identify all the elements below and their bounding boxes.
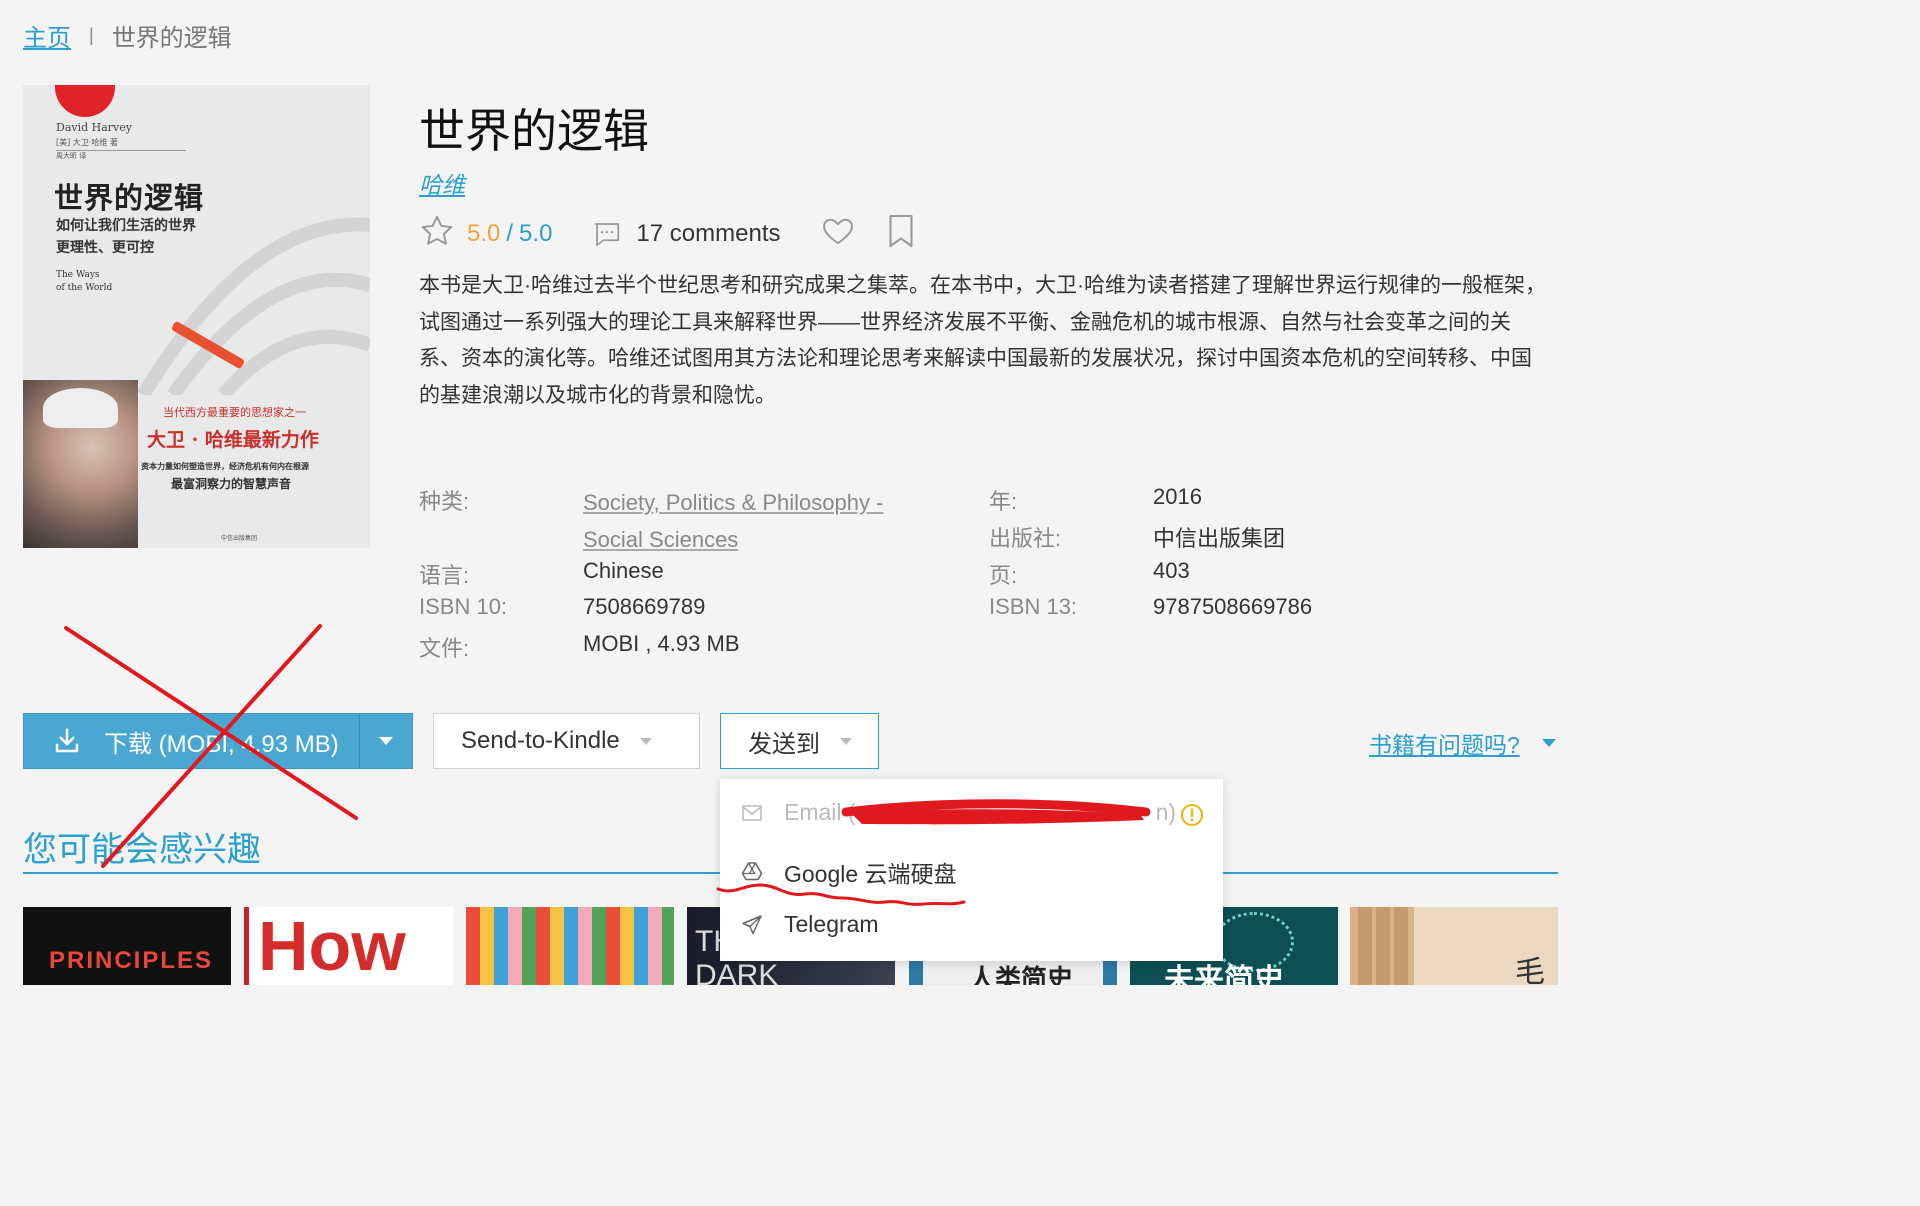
- publisher-value: 中信出版集团: [1153, 526, 1286, 551]
- cover-title-en: The Ways of the World: [56, 269, 112, 295]
- breadcrumb-current: 世界的逻辑: [111, 25, 232, 52]
- warning-icon: [1181, 804, 1203, 826]
- breadcrumb-home-link[interactable]: 主页: [23, 18, 71, 53]
- suggestion-cover-text: How: [258, 907, 406, 985]
- file-label: 文件:: [419, 636, 470, 661]
- cover-praise-4: 最富洞察力的智慧声音: [171, 477, 292, 491]
- isbn10-label: ISBN 10:: [419, 594, 508, 619]
- download-button[interactable]: 下载 (MOBI, 4.93 MB): [24, 714, 360, 768]
- suggestion-cover-text: 人类简史: [969, 964, 1074, 985]
- send-to-button[interactable]: 发送到: [720, 713, 879, 769]
- cover-publisher: 中信出版集团: [221, 535, 258, 542]
- send-menu-email-label: Email (: [784, 799, 856, 825]
- cover-title-en-1: The Ways: [56, 270, 100, 280]
- year-label: 年:: [989, 489, 1018, 514]
- book-cover[interactable]: David Harvey [美] 大卫·哈维 著 周大昕 译 世界的逻辑 如何让…: [23, 85, 370, 548]
- caret-down-icon: [639, 737, 652, 745]
- book-description: 本书是大卫·哈维过去半个世纪思考和研究成果之集萃。在本书中，大卫·哈维为读者搭建…: [419, 274, 1546, 407]
- language-value: Chinese: [583, 558, 664, 583]
- star-icon[interactable]: [419, 213, 455, 256]
- cover-author-cn: [美] 大卫·哈维 著: [56, 137, 186, 151]
- caret-down-icon: [1541, 739, 1556, 747]
- send-to-menu: Email ( n) Google 云端硬盘 Telegram: [720, 779, 1223, 961]
- publisher-label: 出版社:: [989, 526, 1062, 551]
- suggestion-book-cover[interactable]: [466, 907, 674, 985]
- file-value: MOBI , 4.93 MB: [583, 631, 740, 656]
- download-icon: [55, 728, 79, 753]
- book-title: 世界的逻辑: [419, 105, 649, 157]
- cover-title-en-2: of the World: [56, 283, 113, 293]
- breadcrumb: 主页 | 世界的逻辑: [23, 18, 232, 53]
- comments-link[interactable]: 17 comments: [592, 219, 780, 249]
- send-to-label: 发送到: [748, 730, 820, 758]
- download-label: 下载 (MOBI, 4.93 MB): [104, 730, 339, 758]
- send-menu-email[interactable]: Email ( n): [740, 799, 1203, 826]
- send-menu-email-tail: n): [1155, 799, 1177, 825]
- category-link-2[interactable]: Social Sciences: [583, 521, 883, 558]
- download-button-group: 下载 (MOBI, 4.93 MB): [23, 713, 413, 769]
- rating-score: 5.0: [467, 220, 501, 247]
- rating-separator: /: [506, 220, 514, 247]
- send-menu-telegram-label: Telegram: [784, 911, 879, 937]
- cover-logo-dot: [55, 85, 115, 117]
- suggestion-book-cover[interactable]: How: [244, 907, 453, 985]
- year-value: 2016: [1153, 484, 1202, 509]
- suggestion-cover-text: 毛: [1515, 955, 1545, 985]
- comment-icon: [595, 223, 620, 247]
- cover-author-en: David Harvey: [56, 121, 132, 134]
- pages-value: 403: [1153, 558, 1190, 583]
- cover-author-photo: [23, 380, 138, 548]
- category-link-1[interactable]: Society, Politics & Philosophy -: [583, 484, 883, 521]
- suggestion-book-cover[interactable]: PRINCIPLES: [23, 907, 231, 985]
- send-menu-telegram[interactable]: Telegram: [740, 911, 879, 938]
- send-arrow-icon: [742, 914, 762, 934]
- bookmark-icon[interactable]: [886, 213, 916, 256]
- category-value: Society, Politics & Philosophy - Social …: [583, 484, 883, 558]
- google-drive-icon: [741, 862, 763, 881]
- cover-praise-1: 当代西方最重要的思想家之一: [163, 406, 306, 419]
- category-label: 种类:: [419, 489, 470, 514]
- send-to-kindle-button[interactable]: Send-to-Kindle: [433, 713, 700, 769]
- send-menu-google-drive-label: Google 云端硬盘: [784, 861, 957, 887]
- rating-value: 5.0/5.0: [467, 220, 552, 248]
- cover-globe-lines: [137, 217, 370, 395]
- report-problem-link[interactable]: 书籍有问题吗?: [1369, 726, 1556, 760]
- language-label: 语言:: [419, 563, 470, 588]
- suggestions-title: 您可能会感兴趣: [23, 831, 261, 869]
- isbn10-value: 7508669789: [583, 594, 706, 619]
- envelope-icon: [742, 804, 762, 821]
- caret-down-icon: [379, 737, 393, 745]
- send-to-kindle-label: Send-to-Kindle: [461, 727, 620, 754]
- rating-max: 5.0: [519, 220, 553, 247]
- book-author-link[interactable]: 哈维: [419, 166, 465, 200]
- pages-label: 页:: [989, 563, 1018, 588]
- isbn13-value: 9787508669786: [1153, 594, 1313, 619]
- report-problem-label: 书籍有问题吗?: [1369, 732, 1520, 758]
- send-menu-google-drive[interactable]: Google 云端硬盘: [740, 855, 957, 889]
- isbn13-label: ISBN 13:: [989, 594, 1078, 619]
- breadcrumb-separator: |: [89, 25, 94, 45]
- suggestion-cover-text: PRINCIPLES: [49, 947, 214, 974]
- suggestion-book-cover[interactable]: 毛: [1350, 907, 1558, 985]
- cover-translator: 周大昕 译: [56, 152, 87, 160]
- book-meta-row: 5.0/5.0 17 comments: [419, 214, 916, 254]
- cover-praise-2: 大卫 · 哈维最新力作: [147, 429, 319, 451]
- heart-icon[interactable]: [820, 213, 856, 256]
- comments-count: 17 comments: [636, 220, 781, 247]
- cover-praise-3: 资本力量如何塑造世界，经济危机有何内在根源: [141, 461, 309, 471]
- download-options-button[interactable]: [360, 714, 412, 768]
- caret-down-icon: [840, 737, 852, 745]
